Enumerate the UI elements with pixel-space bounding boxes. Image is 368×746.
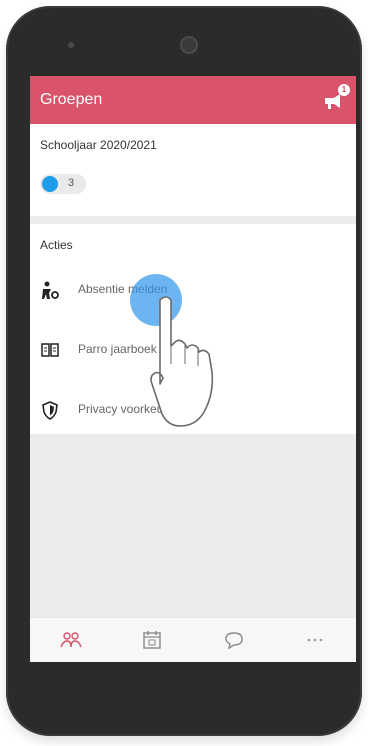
app-title: Groepen [40, 91, 103, 108]
shield-icon [42, 401, 58, 420]
action-label: Parro jaarboek [78, 342, 157, 356]
toggle-knob [42, 176, 58, 192]
speaker-dot [68, 42, 74, 48]
calendar-icon[interactable] [140, 628, 164, 652]
app-bar: Groepen 1 [30, 76, 356, 124]
chat-bubble-icon[interactable] [222, 628, 246, 652]
actions-title: Acties [40, 238, 73, 252]
school-year-card: Schooljaar 2020/2021 3 [30, 124, 356, 216]
notification-badge: 1 [338, 84, 350, 96]
camera [180, 36, 198, 54]
group-icon[interactable] [59, 628, 83, 652]
pointing-hand-icon [150, 296, 214, 427]
bottom-tab-bar [30, 617, 356, 662]
school-year-toggle[interactable]: 3 [40, 174, 86, 194]
school-year-label: Schooljaar 2020/2021 [40, 138, 157, 152]
more-icon[interactable] [303, 628, 327, 652]
phone-frame: Groepen 1 Schooljaar 2020/2021 3 Acties [6, 6, 362, 736]
toggle-count: 3 [68, 177, 75, 189]
person-absence-icon [42, 281, 59, 299]
book-icon [41, 343, 59, 357]
